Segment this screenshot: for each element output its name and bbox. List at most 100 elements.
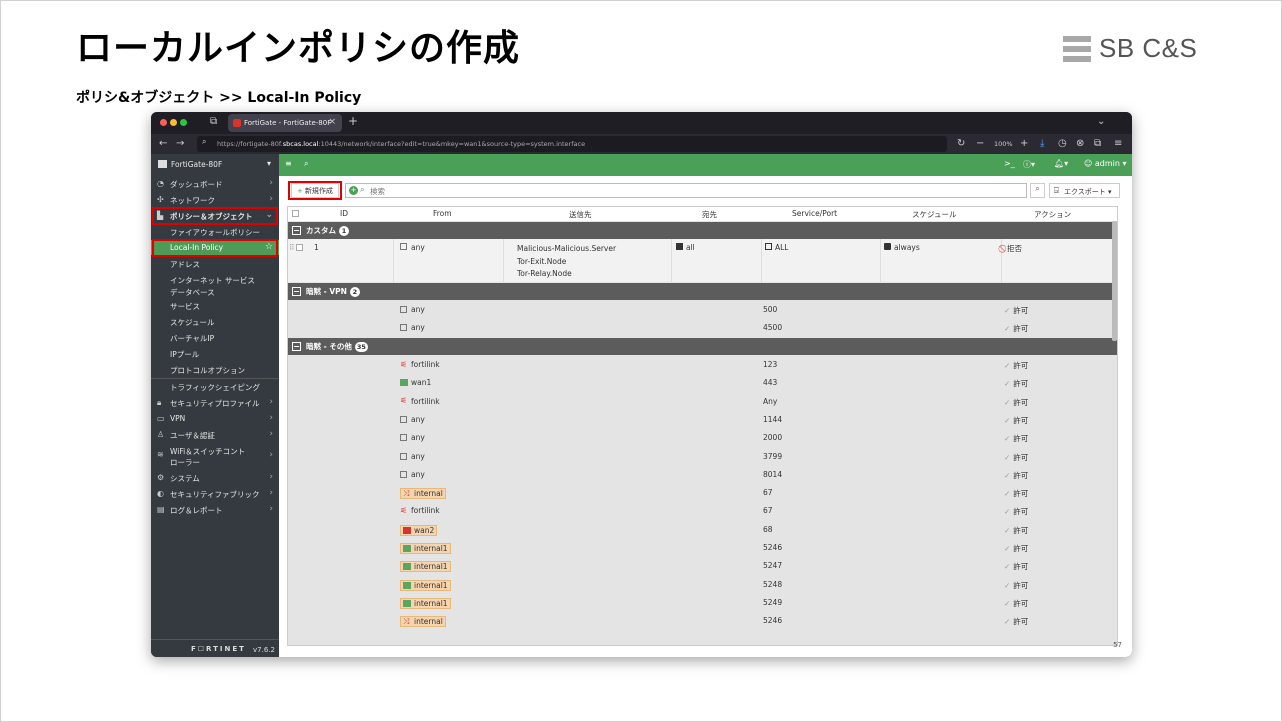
sidebar-item-schedule[interactable]: スケジュール	[151, 314, 279, 329]
sidebar-item-traffic-shaping[interactable]: トラフィックシェイピング	[151, 379, 279, 394]
help-icon[interactable]: ⓘ▾	[1023, 159, 1035, 170]
maximize-window-icon[interactable]	[180, 119, 187, 126]
add-filter-icon[interactable]: +	[349, 186, 358, 195]
switch-icon: ⤨	[403, 488, 410, 498]
user-menu[interactable]: ☺ admin ▾	[1084, 159, 1127, 168]
close-tab-icon[interactable]: ×	[328, 117, 336, 127]
collapse-icon[interactable]: −	[292, 342, 301, 351]
column-service-port[interactable]: Service/Port	[792, 209, 837, 218]
sidebar-item-system[interactable]: ⚙ システム ›	[151, 470, 279, 485]
fortilink-icon: ⚟	[400, 359, 408, 369]
search-icon[interactable]: ⌕	[304, 159, 308, 169]
search-input[interactable]: + ⌕ 検索	[345, 183, 1027, 198]
sidebar-item-wifi-switch[interactable]: ≋ WiFi＆スイッチコント ローラー ›	[151, 443, 279, 467]
column-id[interactable]: ID	[340, 209, 348, 218]
table-row[interactable]: any 2000 ✓ 許可	[288, 429, 1117, 447]
sidebar-item-network[interactable]: ✣ ネットワーク ›	[151, 192, 279, 207]
sidebar-item-protocol-options[interactable]: プロトコルオプション	[151, 362, 279, 377]
sidebar-item-service[interactable]: サービス	[151, 298, 279, 313]
interface-icon	[403, 599, 411, 607]
close-window-icon[interactable]	[160, 119, 167, 126]
zoom-in-icon[interactable]: +	[1020, 138, 1028, 149]
sidebar-item-security-fabric[interactable]: ◐ セキュリティファブリック ›	[151, 486, 279, 501]
cli-icon[interactable]: >_	[1004, 159, 1015, 168]
sidebar-item-user-auth[interactable]: ♙ ユーザ＆認証 ›	[151, 427, 279, 442]
table-row[interactable]: internal1 5248 ✓ 許可	[288, 576, 1117, 594]
sidebar-item-security-profiles[interactable]: 🔒︎ セキュリティプロファイル ›	[151, 395, 279, 410]
url-input[interactable]: ⌕ https://fortigate-80f.sbcas.local:1044…	[197, 136, 947, 152]
extensions-icon[interactable]: ⧉	[1094, 138, 1101, 149]
row-port: 3799	[763, 451, 783, 461]
table-row[interactable]: ⚟ fortilink 123 ✓ 許可	[288, 356, 1117, 374]
hamburger-icon[interactable]: ≡	[285, 159, 292, 168]
chevron-right-icon: ›	[269, 178, 273, 188]
row-port: 8014	[763, 469, 783, 479]
sidebar: FortiGate-80F ▾ ◔ ダッシュボード › ✣ ネットワーク › ▙ ポリシー…	[151, 154, 279, 657]
device-selector[interactable]: FortiGate-80F ▾	[151, 154, 279, 174]
new-tab-icon[interactable]: +	[348, 114, 358, 128]
sidebar-item-address[interactable]: アドレス	[151, 256, 279, 271]
row-port: Any	[763, 396, 778, 406]
bell-icon[interactable]: 🔔︎▾	[1054, 159, 1068, 168]
zoom-level[interactable]: 100%	[994, 140, 1013, 148]
tab-list-icon[interactable]: ⧉	[210, 116, 217, 127]
history-icon[interactable]: ◷	[1058, 138, 1067, 149]
group-header-vpn[interactable]: − 暗黙 - VPN 2	[288, 283, 1117, 300]
menu-icon[interactable]: ≡	[1114, 138, 1122, 149]
column-destination[interactable]: 送信先	[569, 209, 592, 220]
search-button[interactable]: ⌕	[1030, 183, 1045, 198]
sidebar-item-firewall-policy[interactable]: ファイアウォールポリシー	[151, 224, 279, 239]
table-row[interactable]: ⤨ internal 67 ✓ 許可	[288, 484, 1117, 502]
zoom-out-icon[interactable]: −	[976, 138, 984, 149]
minimize-window-icon[interactable]	[170, 119, 177, 126]
row-source: internal1	[400, 579, 451, 591]
sidebar-item-vpn[interactable]: ▭ VPN ›	[151, 411, 279, 426]
column-action[interactable]: アクション	[1034, 209, 1071, 220]
table-row[interactable]: any 500 ✓ 許可	[288, 301, 1117, 319]
table-header: ID From 送信先 宛先 Service/Port スケジュール アクション	[288, 207, 1117, 221]
scrollbar[interactable]	[1112, 221, 1117, 341]
chevron-down-icon[interactable]: ⌄	[1097, 116, 1105, 127]
row-port: 1144	[763, 414, 783, 424]
row-source: any	[400, 305, 425, 314]
column-from[interactable]: From	[433, 209, 452, 218]
table-row[interactable]: wan1 443 ✓ 許可	[288, 374, 1117, 392]
table-row[interactable]: internal1 5249 ✓ 許可	[288, 594, 1117, 612]
column-schedule[interactable]: スケジュール	[912, 209, 956, 220]
collapse-icon[interactable]: −	[292, 226, 301, 235]
table-row[interactable]: internal1 5247 ✓ 許可	[288, 557, 1117, 575]
collapse-icon[interactable]: −	[292, 287, 301, 296]
table-row[interactable]: internal1 5246 ✓ 許可	[288, 539, 1117, 557]
table-row[interactable]: ⤨ internal 5246 ✓ 許可	[288, 612, 1117, 630]
back-icon[interactable]: ←	[159, 138, 167, 149]
sidebar-item-virtual-ip[interactable]: バーチャルIP	[151, 330, 279, 345]
column-to[interactable]: 宛先	[702, 209, 717, 220]
drag-handle-icon[interactable]: ⠿	[289, 243, 295, 252]
select-all-checkbox[interactable]	[292, 210, 299, 217]
browser-tab[interactable]: FortiGate - FortiGate-80F ×	[228, 114, 342, 132]
table-row[interactable]: any 3799 ✓ 許可	[288, 448, 1117, 466]
table-row[interactable]: ⚟ fortilink Any ✓ 許可	[288, 393, 1117, 411]
export-button[interactable]: ⍈ エクスポート ▾	[1049, 183, 1120, 198]
group-header-custom[interactable]: − カスタム 1	[288, 222, 1117, 239]
sidebar-item-log-report[interactable]: ▤ ログ＆レポート ›	[151, 502, 279, 517]
download-icon[interactable]: ⤓	[1040, 138, 1044, 149]
fabric-icon: ◐	[157, 489, 164, 498]
table-row[interactable]: any 4500 ✓ 許可	[288, 319, 1117, 337]
sidebar-item-ip-pool[interactable]: IPプール	[151, 346, 279, 361]
row-checkbox[interactable]	[296, 244, 303, 251]
switch-icon: ⤨	[403, 616, 410, 626]
group-header-other[interactable]: − 暗黙 - その他 35	[288, 338, 1117, 355]
close-circle-icon[interactable]: ⊗	[1076, 138, 1084, 149]
table-row-custom[interactable]: ⠿ 1 any Malicious-Malicious.Server Tor-Ex…	[288, 239, 1117, 282]
policy-table: ID From 送信先 宛先 Service/Port スケジュール アクション…	[287, 206, 1118, 646]
sidebar-item-dashboard[interactable]: ◔ ダッシュボード ›	[151, 176, 279, 191]
caret-down-icon: ▾	[266, 159, 271, 168]
forward-icon[interactable]: →	[176, 138, 184, 149]
reload-icon[interactable]: ↻	[957, 138, 965, 149]
sidebar-item-internet-service-db[interactable]: インターネット サービス データベース	[151, 272, 279, 297]
table-row[interactable]: any 8014 ✓ 許可	[288, 466, 1117, 484]
table-row[interactable]: wan2 68 ✓ 許可	[288, 521, 1117, 539]
table-row[interactable]: ⚟ fortilink 67 ✓ 許可	[288, 502, 1117, 520]
table-row[interactable]: any 1144 ✓ 許可	[288, 411, 1117, 429]
